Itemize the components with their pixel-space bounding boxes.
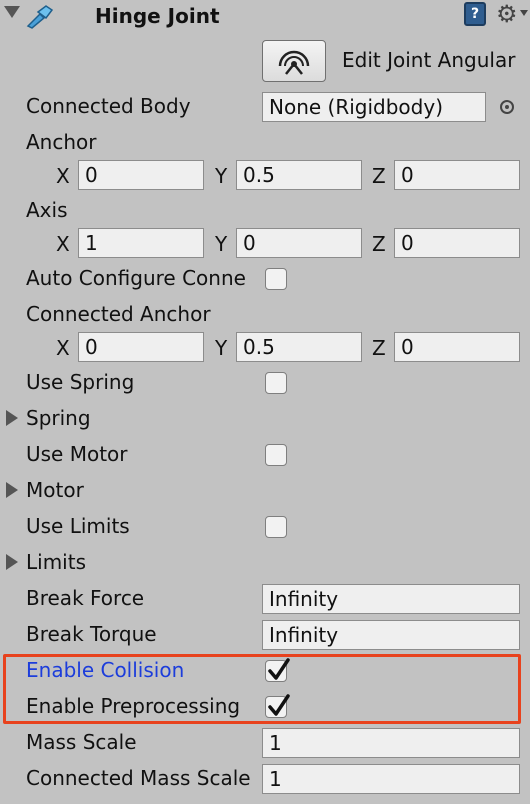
highlight-box: [3, 654, 521, 724]
edit-joint-angular-limits-button[interactable]: [262, 40, 326, 82]
edit-joint-angular-label: Edit Joint Angular: [342, 48, 516, 72]
mass-scale-label: Mass Scale: [26, 730, 137, 754]
edit-joint-angular-icon: [278, 50, 310, 75]
connected-anchor-x-field[interactable]: 0: [78, 332, 204, 362]
connected-anchor-y-field[interactable]: 0.5: [236, 332, 362, 362]
axis-x-field[interactable]: 1: [78, 228, 204, 258]
axis-y-field[interactable]: 0: [236, 228, 362, 258]
anchor-x-label: X: [56, 164, 70, 188]
anchor-y-field[interactable]: 0.5: [236, 160, 362, 190]
break-force-label: Break Force: [26, 586, 145, 610]
anchor-label: Anchor: [26, 130, 97, 154]
connected-anchor-y-label: Y: [215, 336, 228, 360]
axis-label: Axis: [26, 198, 68, 222]
component-title: Hinge Joint: [95, 4, 220, 28]
anchor-z-label: Z: [372, 164, 386, 188]
break-force-field[interactable]: Infinity: [262, 584, 520, 614]
spring-foldout-label[interactable]: Spring: [26, 406, 91, 430]
connected-anchor-z-label: Z: [372, 336, 386, 360]
use-spring-label: Use Spring: [26, 370, 135, 394]
connected-anchor-z-field[interactable]: 0: [394, 332, 520, 362]
mass-scale-field[interactable]: 1: [262, 728, 520, 758]
axis-y-label: Y: [215, 232, 228, 256]
use-motor-checkbox[interactable]: [265, 444, 287, 466]
use-motor-label: Use Motor: [26, 442, 128, 466]
foldout-arrow-icon[interactable]: [4, 6, 20, 18]
anchor-y-label: Y: [215, 164, 228, 188]
connected-body-label: Connected Body: [26, 94, 191, 118]
use-limits-checkbox[interactable]: [265, 516, 287, 538]
connected-mass-scale-field[interactable]: 1: [262, 764, 520, 794]
object-picker-icon[interactable]: [500, 100, 514, 114]
hinge-joint-component-icon: [26, 4, 56, 30]
motor-foldout-arrow-icon[interactable]: [6, 482, 18, 498]
help-book-icon[interactable]: ?: [464, 2, 486, 26]
chevron-down-icon[interactable]: [520, 10, 528, 16]
axis-x-label: X: [56, 232, 70, 256]
use-spring-checkbox[interactable]: [265, 372, 287, 394]
axis-z-label: Z: [372, 232, 386, 256]
break-torque-field[interactable]: Infinity: [262, 620, 520, 650]
spring-foldout-arrow-icon[interactable]: [6, 410, 18, 426]
connected-body-field[interactable]: None (Rigidbody): [262, 92, 486, 122]
limits-foldout-arrow-icon[interactable]: [6, 554, 18, 570]
auto-configure-checkbox[interactable]: [265, 268, 287, 290]
use-limits-label: Use Limits: [26, 514, 130, 538]
connected-mass-scale-label: Connected Mass Scale: [26, 766, 251, 790]
connected-anchor-x-label: X: [56, 336, 70, 360]
limits-foldout-label[interactable]: Limits: [26, 550, 86, 574]
gear-icon[interactable]: ⚙: [496, 0, 518, 28]
break-torque-label: Break Torque: [26, 622, 157, 646]
auto-configure-label: Auto Configure Conne: [26, 266, 246, 290]
connected-anchor-label: Connected Anchor: [26, 302, 211, 326]
motor-foldout-label[interactable]: Motor: [26, 478, 84, 502]
axis-z-field[interactable]: 0: [394, 228, 520, 258]
anchor-x-field[interactable]: 0: [78, 160, 204, 190]
anchor-z-field[interactable]: 0: [394, 160, 520, 190]
